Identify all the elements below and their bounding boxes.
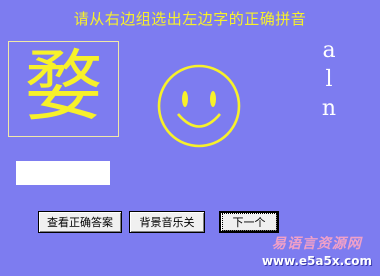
show-answer-button[interactable]: 查看正确答案: [38, 211, 122, 233]
watermark: 易语言资源网 www.e5a5x.com: [262, 235, 372, 269]
instruction-title: 请从右边组选出左边字的正确拼音: [73, 10, 307, 28]
app-window: { "title": "请从右边组选出左边字的正确拼音", "character…: [0, 0, 380, 276]
target-character: 婺: [24, 42, 103, 132]
pinyin-choices: a l n: [318, 36, 340, 123]
next-button[interactable]: 下一个: [219, 211, 279, 233]
choice-letter[interactable]: l: [325, 65, 332, 94]
smiley-face-icon: [157, 64, 241, 148]
character-box: 婺: [8, 41, 119, 137]
next-label: 下一个: [221, 213, 277, 231]
choice-letter[interactable]: a: [322, 36, 335, 65]
choice-letter[interactable]: n: [322, 94, 336, 123]
watermark-url: www.e5a5x.com: [261, 254, 372, 268]
music-toggle-button[interactable]: 背景音乐关: [129, 211, 205, 233]
watermark-brand: 易语言资源网: [271, 236, 362, 252]
music-toggle-label: 背景音乐关: [139, 216, 195, 229]
show-answer-label: 查看正确答案: [47, 216, 113, 229]
answer-input[interactable]: [16, 161, 110, 185]
